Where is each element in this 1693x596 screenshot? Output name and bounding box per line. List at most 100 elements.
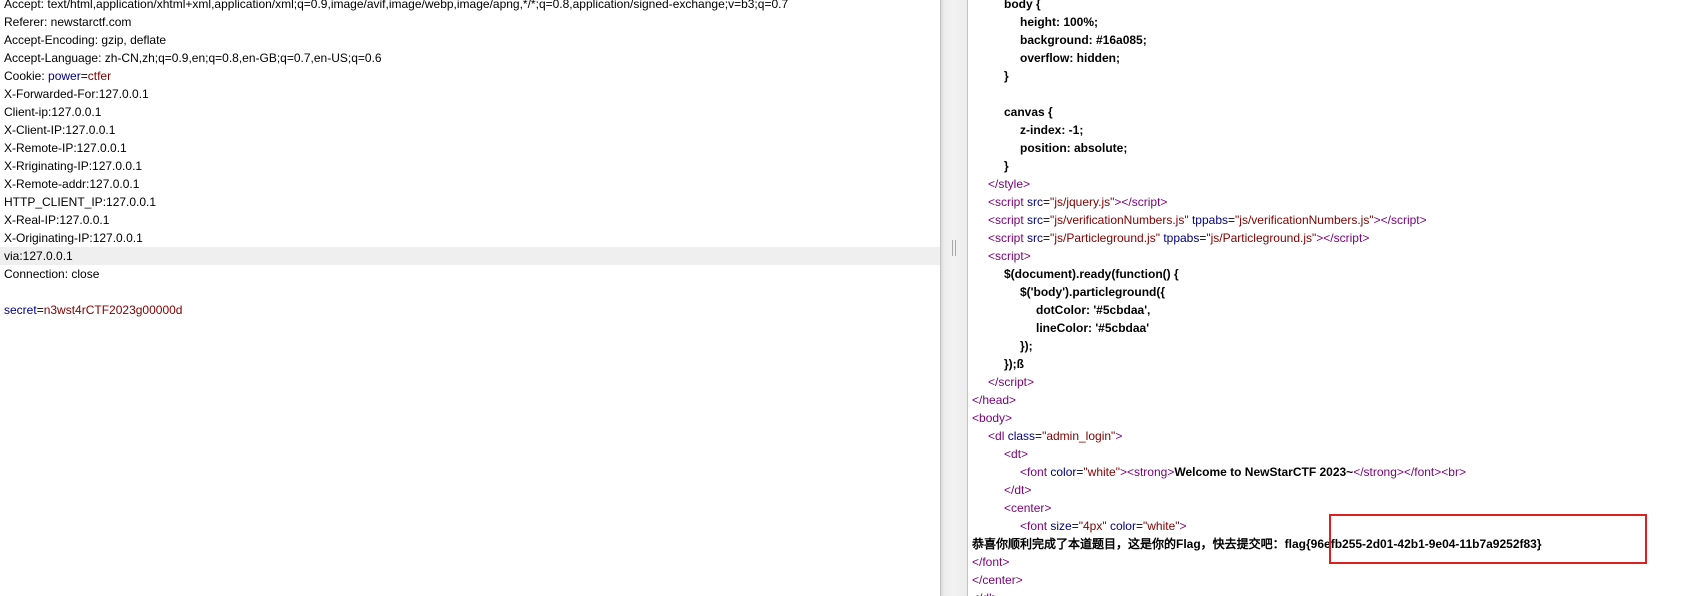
css-rule: z-index: -1;: [1020, 123, 1084, 137]
response-line: }: [968, 157, 1693, 175]
response-line: </center>: [972, 573, 1023, 587]
css-rule: overflow: hidden;: [1020, 51, 1120, 65]
header-text: Accept-Encoding: gzip, deflate: [4, 33, 167, 47]
response-line: </dt>: [1004, 483, 1032, 497]
tag-name: script: [995, 231, 1024, 245]
request-line[interactable]: Referer: newstarctf.com: [0, 13, 940, 31]
js-code: $(document).ready(function() {: [1004, 267, 1179, 281]
response-line: </script>: [988, 375, 1035, 389]
response-line: <script src="js/jquery.js"></script>: [988, 195, 1168, 209]
response-line: overflow: hidden;: [968, 49, 1693, 67]
attr-name: color: [1050, 465, 1077, 479]
response-line: <body>: [972, 411, 1013, 425]
request-line[interactable]: Accept-Encoding: gzip, deflate: [0, 31, 940, 49]
css-rule: position: absolute;: [1020, 141, 1128, 155]
response-line: <font color="white"><strong>Welcome to N…: [1020, 465, 1466, 479]
tag-name: script: [1131, 195, 1161, 209]
tag-name: font: [1027, 465, 1048, 479]
tag-name: font: [1027, 519, 1048, 533]
pane-splitter[interactable]: [940, 0, 968, 596]
response-line: </dl>: [968, 589, 1693, 596]
request-line[interactable]: Accept-Language: zh-CN,zh;q=0.9,en;q=0.8…: [0, 49, 940, 67]
request-line[interactable]: Client-ip:127.0.0.1: [0, 103, 940, 121]
request-line[interactable]: Connection: close: [0, 265, 940, 283]
response-line: <dt>: [1004, 447, 1029, 461]
request-line[interactable]: [0, 283, 940, 301]
header-text: HTTP_CLIENT_IP:127.0.0.1: [4, 195, 157, 209]
tag-name: script: [998, 375, 1028, 389]
tag-name: center: [982, 573, 1016, 587]
param-separator: =: [36, 303, 44, 317]
request-pane[interactable]: Accept: text/html,application/xhtml+xml,…: [0, 0, 940, 596]
attr-value: js/Particleground.js: [1054, 231, 1156, 245]
response-text[interactable]: body { height: 100%; background: #16a085…: [968, 0, 1693, 596]
header-text: X-Client-IP:127.0.0.1: [4, 123, 116, 137]
request-text[interactable]: Accept: text/html,application/xhtml+xml,…: [0, 0, 940, 319]
tag-name: dt: [1011, 447, 1022, 461]
response-line: });ß: [968, 355, 1693, 373]
attr-name: tppabs: [1163, 231, 1200, 245]
tag-name: script: [995, 195, 1024, 209]
response-line: </style>: [988, 177, 1031, 191]
tag-name: script: [995, 249, 1024, 263]
request-line[interactable]: HTTP_CLIENT_IP:127.0.0.1: [0, 193, 940, 211]
splitter-grip-icon[interactable]: [952, 240, 956, 256]
attr-name: class: [1007, 429, 1036, 443]
request-line[interactable]: X-Client-IP:127.0.0.1: [0, 121, 940, 139]
response-line: background: #16a085;: [968, 31, 1693, 49]
header-text: Accept-Language: zh-CN,zh;q=0.9,en;q=0.8…: [4, 51, 382, 65]
attr-value: white: [1087, 465, 1116, 479]
flag-highlight-box: [1329, 514, 1647, 564]
request-line[interactable]: via:127.0.0.1: [0, 247, 940, 265]
response-pane[interactable]: body { height: 100%; background: #16a085…: [968, 0, 1693, 596]
request-line[interactable]: X-Remote-IP:127.0.0.1: [0, 139, 940, 157]
tag-name: strong: [1363, 465, 1397, 479]
attr-name: size: [1050, 519, 1072, 533]
js-code: });: [1020, 339, 1033, 353]
css-rule: background: #16a085;: [1020, 33, 1147, 47]
tag-name: script: [1333, 231, 1363, 245]
tag-name: body: [979, 411, 1006, 425]
response-line: z-index: -1;: [968, 121, 1693, 139]
param-value: ctfer: [87, 69, 112, 83]
header-text: X-Remote-addr:127.0.0.1: [4, 177, 140, 191]
attr-value: white: [1147, 519, 1176, 533]
response-line: $(document).ready(function() {: [968, 265, 1693, 283]
header-prefix: Cookie:: [4, 69, 49, 83]
request-line[interactable]: X-Forwarded-For:127.0.0.1: [0, 85, 940, 103]
request-line[interactable]: Accept: text/html,application/xhtml+xml,…: [0, 0, 940, 13]
attr-value: js/jquery.js: [1054, 195, 1111, 209]
attr-name: color: [1109, 519, 1136, 533]
request-line[interactable]: secret=n3wst4rCTF2023g00000d: [0, 301, 940, 319]
tag-name: font: [982, 555, 1003, 569]
response-line: <script src="js/Particleground.js" tppab…: [988, 231, 1370, 245]
welcome-text: Welcome to NewStarCTF 2023~: [1174, 465, 1354, 479]
attr-name: src: [1027, 231, 1044, 245]
header-text: X-Real-IP:127.0.0.1: [4, 213, 110, 227]
request-line[interactable]: X-Originating-IP:127.0.0.1: [0, 229, 940, 247]
request-line[interactable]: Cookie: power=ctfer: [0, 67, 940, 85]
response-line: <script>: [988, 249, 1031, 263]
request-line[interactable]: X-Remote-addr:127.0.0.1: [0, 175, 940, 193]
attr-value: js/Particleground.js: [1210, 231, 1313, 245]
response-line: $('body').particleground({: [968, 283, 1693, 301]
attr-name: src: [1027, 195, 1044, 209]
attr-value: js/verificationNumbers.js: [1239, 213, 1370, 227]
request-line[interactable]: X-Rriginating-IP:127.0.0.1: [0, 157, 940, 175]
param-key: secret: [4, 303, 37, 317]
tag-name: script: [1390, 213, 1420, 227]
header-text: Client-ip:127.0.0.1: [4, 105, 102, 119]
css-brace: }: [1004, 159, 1009, 173]
tag-name: style: [998, 177, 1024, 191]
header-text: via:127.0.0.1: [4, 249, 73, 263]
attr-name: src: [1027, 213, 1044, 227]
response-line: <script src="js/verificationNumbers.js" …: [988, 213, 1427, 227]
response-line: position: absolute;: [968, 139, 1693, 157]
response-line: lineColor: '#5cbdaa': [968, 319, 1693, 337]
attr-value: admin_login: [1046, 429, 1112, 443]
attr-name: tppabs: [1191, 213, 1228, 227]
js-code: });ß: [1004, 357, 1024, 371]
header-text: X-Forwarded-For:127.0.0.1: [4, 87, 149, 101]
js-code: dotColor: '#5cbdaa',: [1036, 303, 1151, 317]
request-line[interactable]: X-Real-IP:127.0.0.1: [0, 211, 940, 229]
